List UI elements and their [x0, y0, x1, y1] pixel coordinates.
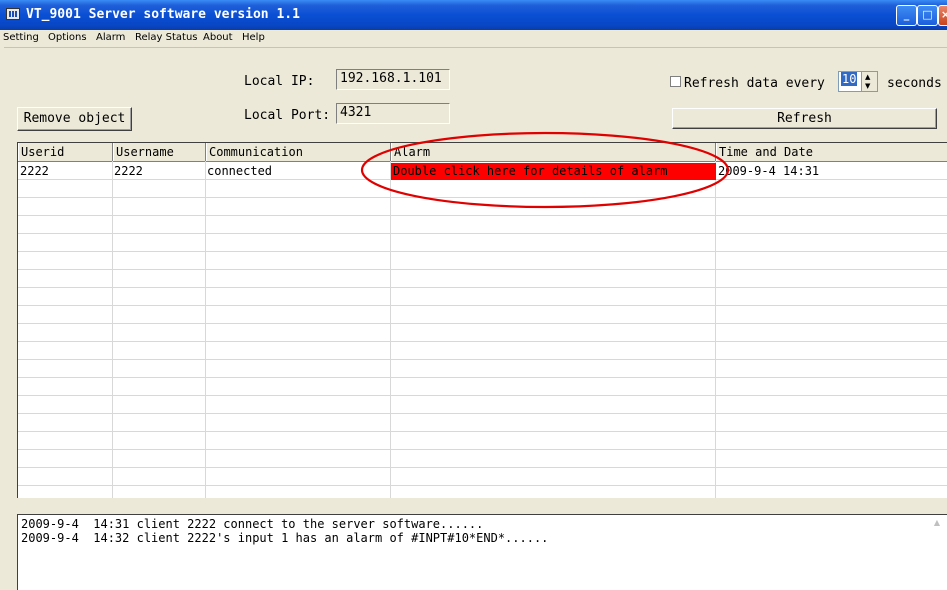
local-ip-field[interactable]: 192.168.1.101	[336, 69, 450, 90]
title-bar[interactable]: VT_9001 Server software version 1.1 _ □ …	[0, 0, 947, 30]
column-header-time-date[interactable]: Time and Date	[716, 143, 947, 161]
column-header-username[interactable]: Username	[113, 143, 206, 161]
window-left-frame	[0, 47, 4, 590]
refresh-checkbox-label: Refresh data every	[684, 76, 825, 91]
menu-setting[interactable]: Setting	[3, 32, 39, 43]
maximize-button[interactable]: □	[917, 5, 938, 26]
refresh-button[interactable]: Refresh	[672, 108, 937, 129]
local-port-field[interactable]: 4321	[336, 103, 450, 124]
spin-up-icon[interactable]: ▲	[865, 73, 870, 81]
column-divider	[205, 161, 206, 498]
close-button[interactable]: ×	[938, 5, 947, 26]
interval-value: 10	[841, 72, 858, 86]
app-icon[interactable]	[6, 8, 20, 20]
minimize-button[interactable]: _	[896, 5, 917, 26]
spin-down-icon[interactable]: ▼	[865, 82, 870, 90]
log-line: 2009-9-4 14:31 client 2222 connect to th…	[21, 517, 484, 531]
menu-alarm[interactable]: Alarm	[96, 32, 125, 43]
refresh-interval-input[interactable]: 10	[838, 71, 862, 92]
scroll-up-icon[interactable]: ▲	[931, 518, 943, 528]
cell-time-date[interactable]: 2009-9-4 14:31	[716, 163, 947, 180]
annotation-ellipse-shape	[360, 131, 730, 209]
local-ip-label: Local IP:	[244, 74, 315, 89]
event-log[interactable]: 2009-9-4 14:31 client 2222 connect to th…	[17, 514, 947, 590]
column-divider	[112, 161, 113, 498]
menu-bar: Setting Options Alarm Relay Status About…	[0, 30, 947, 48]
refresh-checkbox[interactable]	[670, 76, 681, 87]
annotation-ellipse	[360, 131, 730, 209]
menu-about[interactable]: About	[203, 32, 233, 43]
interval-spinner[interactable]: ▲ ▼	[862, 71, 878, 92]
cell-userid[interactable]: 2222	[18, 163, 112, 180]
menu-relay-status[interactable]: Relay Status	[135, 32, 198, 43]
log-line: 2009-9-4 14:32 client 2222's input 1 has…	[21, 531, 549, 545]
seconds-label: seconds	[887, 76, 942, 91]
remove-object-button[interactable]: Remove object	[17, 107, 132, 131]
menu-help[interactable]: Help	[242, 32, 265, 43]
window-title: VT_9001 Server software version 1.1	[26, 7, 300, 22]
local-port-label: Local Port:	[244, 108, 331, 123]
cell-username[interactable]: 2222	[112, 163, 205, 180]
column-header-userid[interactable]: Userid	[18, 143, 113, 161]
menu-options[interactable]: Options	[48, 32, 87, 43]
